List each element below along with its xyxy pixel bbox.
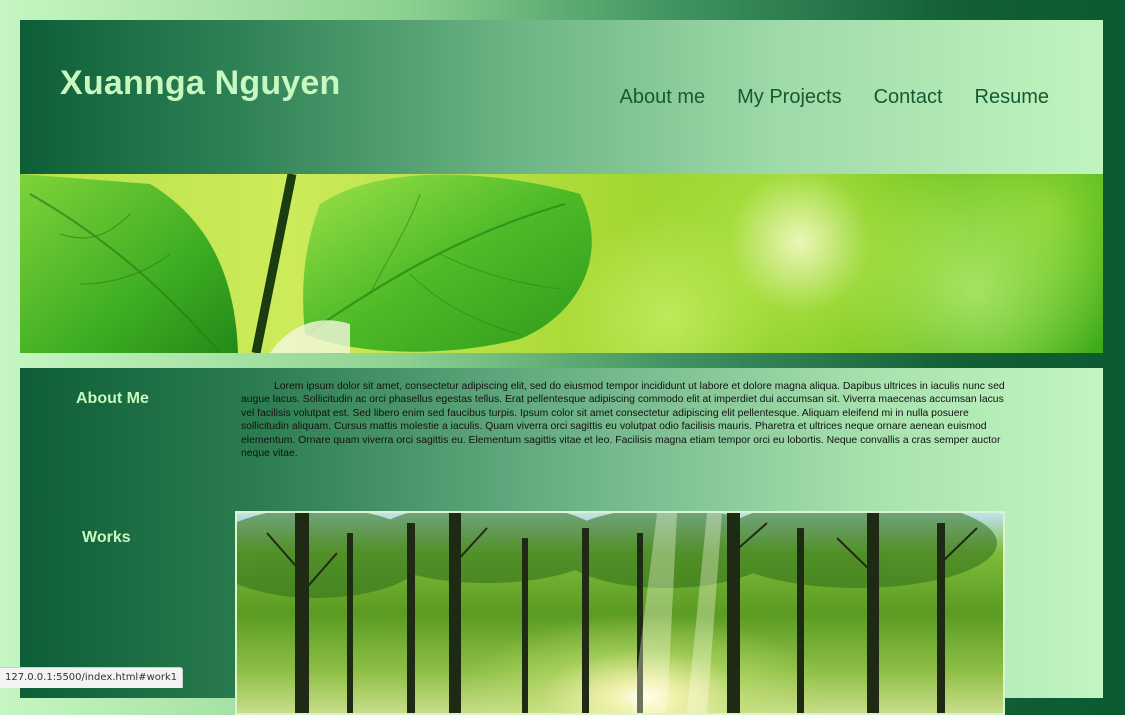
nav-link-my-projects[interactable]: My Projects bbox=[737, 86, 841, 109]
site-title: Xuannga Nguyen bbox=[60, 64, 341, 102]
leaves-illustration bbox=[20, 174, 592, 353]
about-me-heading: About Me bbox=[76, 390, 149, 407]
nav-link-contact[interactable]: Contact bbox=[874, 86, 943, 109]
works-image[interactable] bbox=[235, 511, 1005, 715]
banner-image bbox=[20, 174, 1103, 353]
about-me-text: Lorem ipsum dolor sit amet, consectetur … bbox=[241, 381, 1005, 460]
page-frame: Xuannga Nguyen About me My Projects Cont… bbox=[20, 20, 1103, 715]
content-section: About Me Lorem ipsum dolor sit amet, con… bbox=[20, 368, 1103, 715]
site-header: Xuannga Nguyen About me My Projects Cont… bbox=[20, 20, 1103, 174]
forest-illustration bbox=[237, 513, 997, 713]
main-nav: About me My Projects Contact Resume bbox=[620, 86, 1050, 109]
nav-link-resume[interactable]: Resume bbox=[975, 86, 1049, 109]
nav-link-about-me[interactable]: About me bbox=[620, 86, 706, 109]
works-heading: Works bbox=[82, 529, 131, 546]
browser-status-bar: 127.0.0.1:5500/index.html#work1 bbox=[0, 667, 184, 688]
